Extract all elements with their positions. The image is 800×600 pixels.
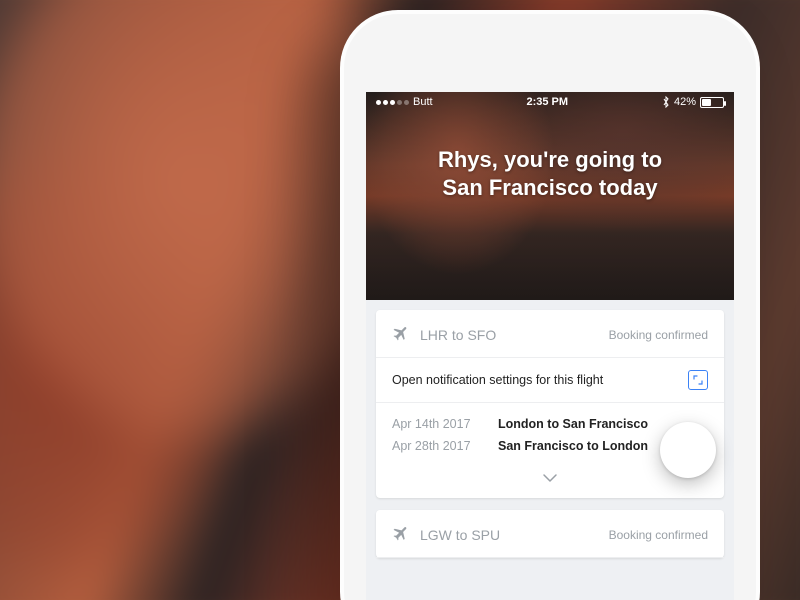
phone-frame: Butt 2:35 PM 42% Rhys, you're going to	[340, 10, 760, 600]
greeting-line-2: San Francisco today	[386, 174, 714, 202]
airplane-icon	[392, 324, 410, 345]
notification-settings-label: Open notification settings for this flig…	[392, 373, 603, 387]
hero-section: Butt 2:35 PM 42% Rhys, you're going to	[366, 92, 734, 300]
leg-route: London to San Francisco	[498, 417, 648, 431]
phone-screen: Butt 2:35 PM 42% Rhys, you're going to	[366, 92, 734, 600]
booking-status: Booking confirmed	[609, 528, 708, 542]
carrier-label: Butt	[413, 96, 433, 108]
floating-action-button[interactable]	[660, 422, 716, 478]
expand-icon[interactable]	[688, 370, 708, 390]
leg-date: Apr 28th 2017	[392, 439, 482, 453]
airplane-icon	[392, 524, 410, 545]
booking-status: Booking confirmed	[609, 328, 708, 342]
clock-label: 2:35 PM	[526, 96, 568, 108]
notification-settings-row[interactable]: Open notification settings for this flig…	[376, 358, 724, 403]
greeting-text: Rhys, you're going to San Francisco toda…	[366, 112, 734, 202]
battery-pct-label: 42%	[674, 96, 696, 108]
status-bar: Butt 2:35 PM 42%	[366, 92, 734, 112]
card-header: LGW to SPU Booking confirmed	[376, 510, 724, 558]
flight-card[interactable]: LGW to SPU Booking confirmed	[376, 510, 724, 558]
leg-route: San Francisco to London	[498, 439, 648, 453]
greeting-line-1: Rhys, you're going to	[386, 146, 714, 174]
battery-icon	[700, 97, 724, 108]
leg-date: Apr 14th 2017	[392, 417, 482, 431]
route-label: LHR to SFO	[420, 327, 496, 343]
signal-strength-icon	[376, 100, 409, 105]
card-header: LHR to SFO Booking confirmed	[376, 310, 724, 358]
route-label: LGW to SPU	[420, 527, 500, 543]
flight-leg: Apr 14th 2017 London to San Francisco	[392, 413, 708, 435]
bluetooth-icon	[662, 96, 670, 108]
chevron-down-icon	[542, 471, 558, 486]
